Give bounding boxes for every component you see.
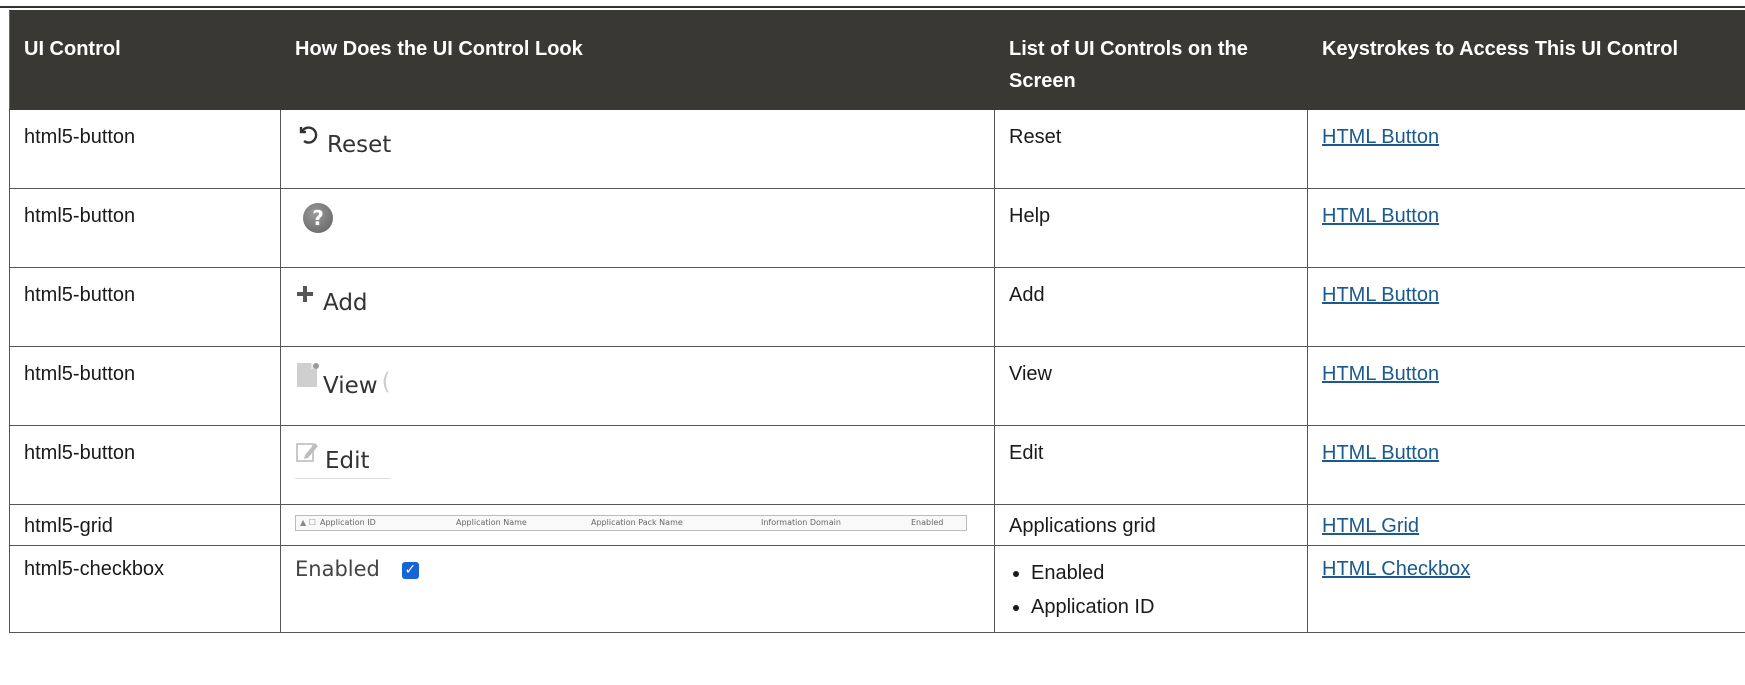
- table-row: html5-button View( View HTML Button: [9, 346, 1745, 426]
- cell-list: Add: [994, 267, 1308, 347]
- html-button-link[interactable]: HTML Button: [1322, 126, 1439, 148]
- table-row: html5-button Add Add HTML Button: [9, 267, 1745, 347]
- header-list: List of UI Controls on the Screen: [994, 10, 1308, 110]
- table-row: html5-button Edit Edit HTML Button: [9, 425, 1745, 505]
- ui-controls-list: Enabled Application ID: [1009, 556, 1293, 624]
- table-row: html5-checkbox Enabled✓ Enabled Applicat…: [9, 545, 1745, 633]
- html-button-link[interactable]: HTML Button: [1322, 442, 1439, 464]
- cell-list: Applications grid: [994, 504, 1308, 546]
- html-button-link[interactable]: HTML Button: [1322, 205, 1439, 227]
- cell-control: html5-button: [9, 109, 281, 189]
- checkbox-checked-icon: ✓: [401, 562, 419, 579]
- view-icon: [295, 361, 321, 395]
- cell-list: Edit: [994, 425, 1308, 505]
- list-item: Enabled: [1031, 556, 1293, 590]
- cell-control: html5-checkbox: [9, 545, 281, 633]
- help-icon: ?: [303, 203, 333, 233]
- header-look: How Does the UI Control Look: [280, 10, 995, 110]
- cell-control: html5-button: [9, 267, 281, 347]
- html-checkbox-link[interactable]: HTML Checkbox: [1322, 558, 1470, 580]
- header-ui-control: UI Control: [9, 10, 281, 110]
- view-button-preview: View(: [295, 361, 980, 399]
- html-button-link[interactable]: HTML Button: [1322, 363, 1439, 385]
- help-button-preview: ?: [303, 203, 980, 233]
- cell-control: html5-grid: [9, 504, 281, 546]
- table-row: html5-button Reset Reset HTML Button: [9, 109, 1745, 189]
- grid-column-header: Information Domain: [761, 518, 841, 527]
- edit-icon: [295, 440, 319, 470]
- edit-button-preview: Edit: [295, 440, 391, 479]
- grid-column-header: Application ID: [320, 518, 376, 527]
- html-grid-link[interactable]: HTML Grid: [1322, 515, 1419, 537]
- reset-button-preview: Reset: [295, 122, 980, 158]
- table-row: html5-button ? Help HTML Button: [9, 188, 1745, 268]
- ui-controls-table: UI Control How Does the UI Control Look …: [9, 10, 1745, 633]
- header-keystrokes: Keystrokes to Access This UI Control: [1307, 10, 1745, 110]
- table-header-row: UI Control How Does the UI Control Look …: [9, 10, 1745, 110]
- list-item: Application ID: [1031, 590, 1293, 624]
- reset-icon: [295, 122, 319, 152]
- grid-column-header: Application Pack Name: [591, 518, 683, 527]
- plus-icon: [295, 284, 315, 310]
- cell-list: View: [994, 346, 1308, 426]
- cell-control: html5-button: [9, 346, 281, 426]
- top-rule: [0, 6, 1745, 8]
- add-button-preview: Add: [295, 282, 980, 316]
- grid-column-header: Enabled: [911, 518, 944, 527]
- cell-control: html5-button: [9, 425, 281, 505]
- grid-column-header: Application Name: [456, 518, 527, 527]
- cell-list: Reset: [994, 109, 1308, 189]
- checkbox-preview: Enabled ✓: [295, 556, 980, 582]
- cell-control: html5-button: [9, 188, 281, 268]
- applications-grid-preview: ▲ ☐ Application ID Application Name Appl…: [295, 515, 967, 531]
- table-row: html5-grid ▲ ☐ Application ID Applicatio…: [9, 504, 1745, 546]
- cell-list: Help: [994, 188, 1308, 268]
- html-button-link[interactable]: HTML Button: [1322, 284, 1439, 306]
